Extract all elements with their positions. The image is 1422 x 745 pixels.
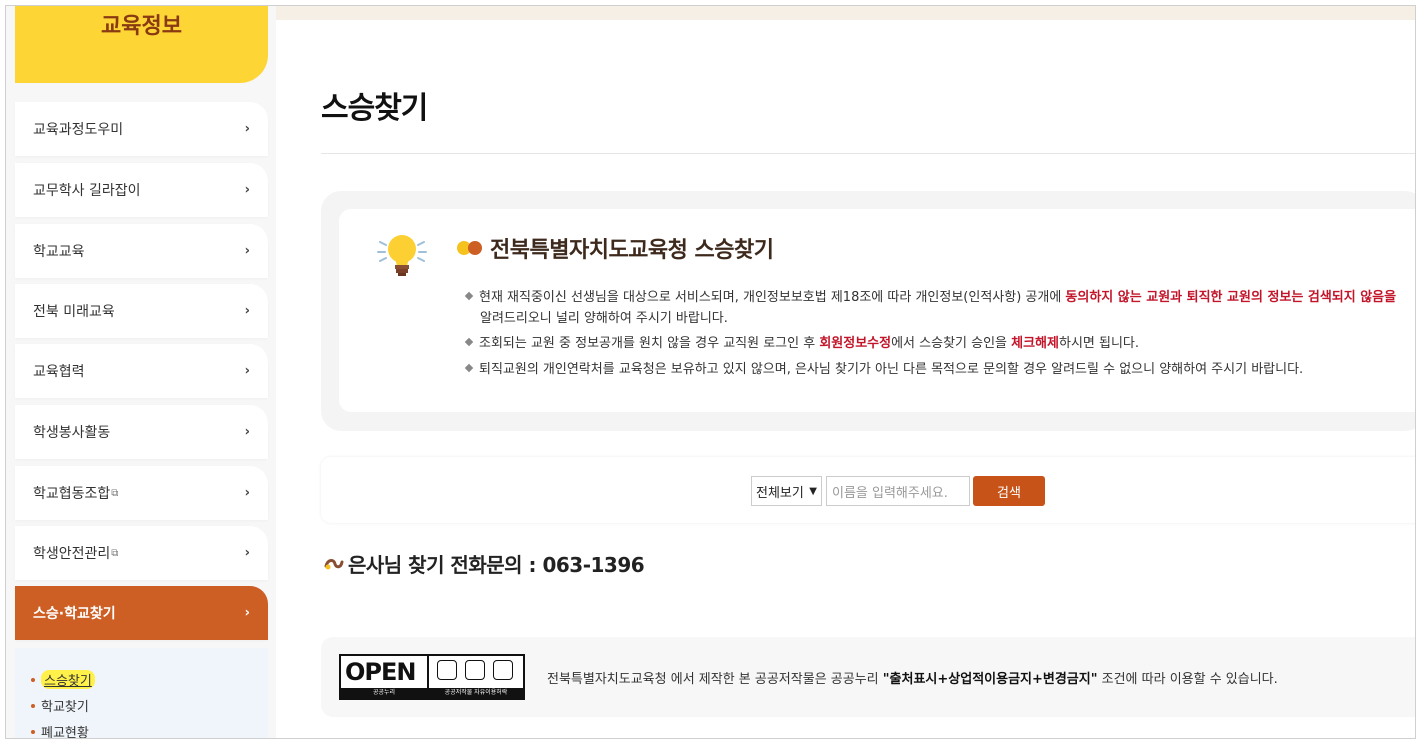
sidebar-title: 교육정보	[101, 14, 182, 39]
sidebar-item-volunteer[interactable]: 학생봉사활동 ›	[15, 405, 268, 459]
license-text: 전북특별자치도교육청 에서 제작한 본 공공저작물은 공공누리 "출처표시+상업…	[547, 668, 1278, 687]
sidebar-item-label: 학교교육	[33, 244, 85, 260]
sidebar-item-future-education[interactable]: 전북 미래교육 ›	[15, 284, 268, 338]
chevron-right-icon: ›	[244, 545, 250, 561]
sidebar-item-label: 스승·학교찾기	[33, 606, 116, 622]
chevron-right-icon: ›	[244, 182, 250, 198]
attribution-icon	[437, 660, 457, 680]
sidebar-item-label: 전북 미래교육	[33, 304, 115, 320]
info-heading: 전북특별자치도교육청 스승찾기	[456, 232, 774, 264]
chevron-right-icon: ›	[244, 303, 250, 319]
sidebar-item-academic-guide[interactable]: 교무학사 길라잡이 ›	[15, 163, 268, 217]
chevron-right-icon: ›	[244, 605, 250, 621]
info-text: 현재 재직중이신 선생님을 대상으로 서비스되며, 개인정보보호법 제18조에 …	[479, 290, 1066, 305]
license-prefix: 전북특별자치도교육청 에서 제작한 본 공공저작물은 공공누리	[547, 672, 883, 687]
submenu-item-label: 폐교현황	[41, 726, 89, 739]
top-strip	[268, 6, 1415, 20]
license-conditions: "출처표시+상업적이용금지+변경금지"	[882, 672, 1098, 687]
kogl-open-mark: OPEN 공공누리	[341, 656, 429, 698]
chevron-right-icon: ›	[244, 424, 250, 440]
info-bullet-1: 현재 재직중이신 선생님을 대상으로 서비스되며, 개인정보보호법 제18조에 …	[464, 289, 1397, 307]
info-text: 조회되는 교원 중 정보공개를 원치 않을 경우 교직원 로그인 후	[479, 336, 820, 351]
info-bullet-2: 조회되는 교원 중 정보공개를 원치 않을 경우 교직원 로그인 후 회원정보수…	[464, 335, 1140, 353]
info-highlight: 동의하지 않는 교원과 퇴직한 교원의 정보는 검색되지 않음을	[1065, 290, 1397, 305]
external-link-icon: ⧉	[111, 487, 119, 499]
sidebar-item-cooperation[interactable]: 교육협력 ›	[15, 344, 268, 398]
kogl-badge[interactable]: OPEN 공공누리 공공저작물 자유이용허락	[339, 654, 525, 700]
bullet-dot-icon	[31, 703, 35, 708]
sidebar-item-label: 학교협동조합	[33, 486, 111, 502]
sidebar: 교육정보 교육과정도우미 › 교무학사 길라잡이 › 학교교육 › 전북 미래교…	[6, 6, 276, 739]
submenu-item-label: 학교찾기	[41, 700, 89, 715]
no-derivatives-icon	[493, 660, 513, 680]
info-text: 알려드리오니 널리 양해하여 주시기 바랍니다.	[480, 311, 728, 326]
phone-text: 은사님 찾기 전화문의 : 063-1396	[348, 553, 645, 577]
chevron-right-icon: ›	[244, 485, 250, 501]
submenu: 스승찾기 학교찾기 폐교현황	[15, 648, 268, 739]
search-button[interactable]: 검색	[973, 476, 1045, 506]
sidebar-item-label: 학생안전관리	[33, 546, 111, 562]
phone-inquiry: 은사님 찾기 전화문의 : 063-1396	[324, 549, 645, 578]
chevron-right-icon: ›	[244, 121, 250, 137]
sidebar-item-school-education[interactable]: 학교교육 ›	[15, 224, 268, 278]
submenu-item-school-search[interactable]: 학교찾기	[31, 696, 89, 715]
sidebar-item-student-safety[interactable]: 학생안전관리 ⧉ ›	[15, 526, 268, 580]
submenu-item-closed-schools[interactable]: 폐교현황	[31, 722, 89, 739]
info-heading-text: 전북특별자치도교육청 스승찾기	[490, 238, 774, 263]
lightbulb-icon	[377, 235, 427, 276]
sidebar-item-teacher-school-search[interactable]: 스승·학교찾기 ›	[15, 586, 268, 640]
submenu-item-label: 스승찾기	[41, 670, 95, 689]
kogl-condition-icons: 공공저작물 자유이용허락	[429, 656, 523, 698]
submenu-item-teacher-search[interactable]: 스승찾기	[31, 670, 95, 689]
diamond-bullet-icon	[464, 363, 474, 373]
divider	[321, 153, 1415, 154]
diamond-bullet-icon	[464, 291, 474, 301]
double-dot-icon	[457, 241, 482, 255]
license-suffix: 조건에 따라 이용할 수 있습니다.	[1097, 672, 1278, 687]
info-highlight: 체크해제	[1011, 336, 1059, 351]
sidebar-item-label: 학생봉사활동	[33, 425, 111, 441]
info-text: 하시면 됩니다.	[1058, 336, 1140, 351]
sidebar-header: 교육정보	[15, 6, 268, 83]
input-placeholder: 이름을 입력해주세요.	[832, 485, 948, 501]
info-highlight: 회원정보수정	[819, 336, 892, 351]
info-text: 에서 스승찾기 승인을	[891, 336, 1012, 351]
info-bullet-3: 퇴직교원의 개인연락처를 교육청은 보유하고 있지 않으며, 은사님 찾기가 아…	[464, 361, 1304, 379]
external-link-icon: ⧉	[111, 547, 119, 559]
name-search-input[interactable]: 이름을 입력해주세요.	[826, 476, 970, 506]
chevron-right-icon: ›	[244, 243, 250, 259]
bullet-dot-icon	[31, 729, 35, 734]
info-text: 퇴직교원의 개인연락처를 교육청은 보유하고 있지 않으며, 은사님 찾기가 아…	[479, 362, 1304, 377]
phone-swirl-icon	[324, 558, 344, 569]
chevron-right-icon: ›	[244, 363, 250, 379]
bullet-dot-icon	[31, 677, 35, 682]
no-commercial-icon	[465, 660, 485, 680]
chevron-down-icon: ▼	[809, 485, 817, 497]
sidebar-item-school-coop[interactable]: 학교협동조합 ⧉ ›	[15, 466, 268, 520]
info-bullet-1-cont: 알려드리오니 널리 양해하여 주시기 바랍니다.	[480, 310, 728, 328]
sidebar-item-label: 교무학사 길라잡이	[33, 183, 141, 199]
kogl-caption: 공공누리	[341, 688, 427, 698]
browser-frame: 교육정보 교육과정도우미 › 교무학사 길라잡이 › 학교교육 › 전북 미래교…	[5, 5, 1416, 739]
kogl-icons-caption: 공공저작물 자유이용허락	[429, 688, 523, 698]
sidebar-item-label: 교육협력	[33, 364, 85, 380]
sidebar-item-label: 교육과정도우미	[33, 122, 124, 138]
category-select[interactable]: 전체보기 ▼	[751, 476, 822, 506]
page-title: 스승찾기	[321, 91, 428, 126]
kogl-open-text: OPEN	[345, 658, 416, 686]
sidebar-item-curriculum[interactable]: 교육과정도우미 ›	[15, 102, 268, 156]
select-value: 전체보기	[756, 485, 804, 501]
diamond-bullet-icon	[464, 337, 474, 347]
